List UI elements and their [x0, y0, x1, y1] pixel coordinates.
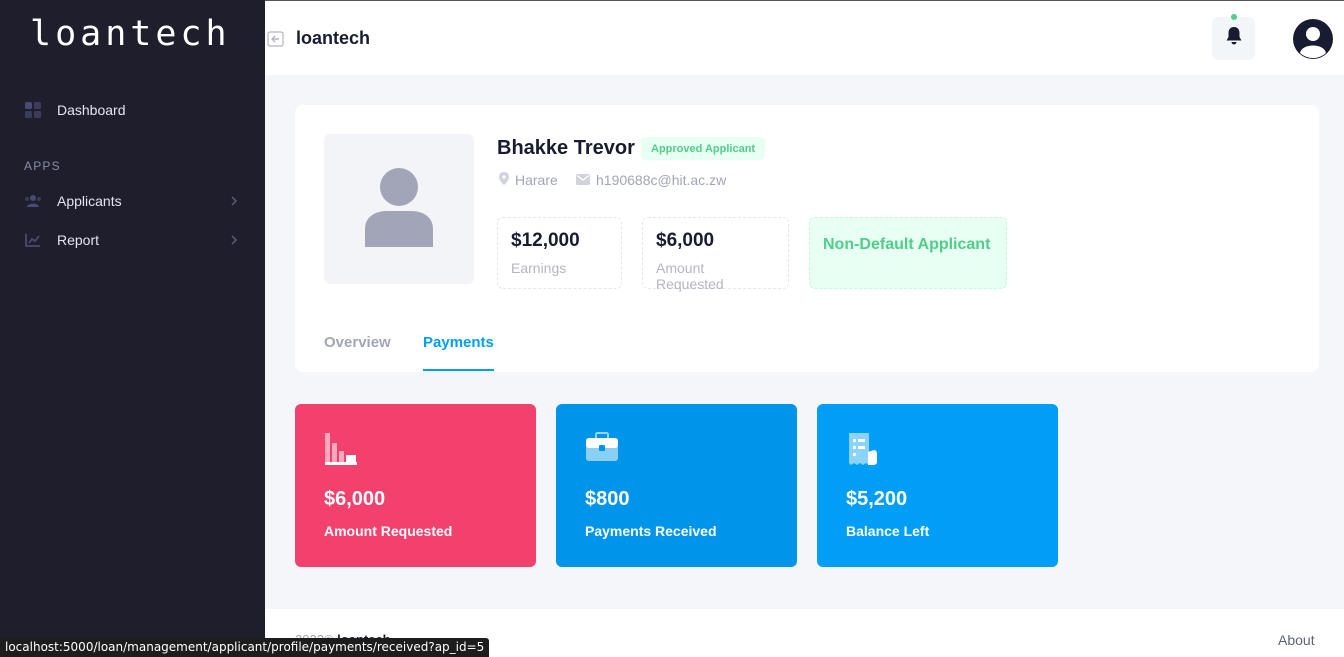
status-badge: Approved Applicant	[641, 137, 766, 160]
notifications-button[interactable]	[1212, 14, 1255, 60]
sidebar-item-label: Dashboard	[57, 102, 126, 118]
tab-overview[interactable]: Overview	[324, 334, 391, 351]
stat-label: Earnings	[511, 260, 567, 276]
bell-icon	[1225, 26, 1243, 51]
tile-value: $800	[585, 488, 630, 510]
bar-chart-icon	[324, 432, 358, 471]
applicant-name: Bhakke Trevor	[497, 137, 635, 159]
location-text: Harare	[515, 172, 558, 188]
sidebar-item-label: Report	[57, 232, 100, 248]
stat-label: Amount Requested	[656, 260, 724, 292]
user-avatar[interactable]	[1292, 18, 1334, 60]
tile-label: Balance Left	[846, 523, 930, 539]
tile-payments-received: $800 Payments Received	[556, 404, 797, 567]
chevron-right-icon	[230, 193, 238, 209]
active-tab-indicator	[423, 369, 494, 371]
tile-label: Amount Requested	[324, 523, 453, 539]
dashboard-icon	[24, 101, 42, 119]
briefcase-icon	[585, 432, 619, 467]
email-text: h190688c@hit.ac.zw	[596, 172, 727, 188]
tile-balance-left: $5,200 Balance Left	[817, 404, 1058, 567]
chart-icon	[24, 231, 42, 249]
sidebar-item-applicants[interactable]: Applicants	[24, 189, 244, 213]
amount-requested-stat: $6,000 Amount Requested	[642, 217, 789, 292]
collapse-sidebar-icon[interactable]	[267, 30, 285, 53]
profile-card: Bhakke Trevor Approved Applicant Harare …	[295, 105, 1319, 372]
earnings-stat: $12,000 Earnings	[497, 217, 622, 289]
top-header: loantech	[265, 0, 1344, 75]
location: Harare	[499, 172, 558, 188]
user-placeholder-icon	[363, 167, 435, 252]
tile-value: $5,200	[846, 488, 908, 510]
sidebar-section-apps: APPS	[24, 159, 61, 173]
browser-status-url: localhost:5000/loan/management/applicant…	[0, 638, 490, 657]
notification-dot	[1231, 14, 1237, 20]
footer-about-link[interactable]: About	[1278, 632, 1315, 648]
stat-value: $6,000	[656, 230, 715, 251]
stat-value: $12,000	[511, 230, 580, 251]
profile-photo-placeholder	[324, 134, 474, 284]
tile-value: $6,000	[324, 488, 386, 510]
users-icon	[24, 192, 42, 210]
sidebar: loantech Dashboard APPS Applicants Repor…	[0, 0, 265, 657]
location-pin-icon	[499, 172, 515, 188]
sidebar-item-report[interactable]: Report	[24, 228, 244, 252]
applicant-status-box: Non-Default Applicant	[809, 217, 1007, 289]
tab-payments[interactable]: Payments	[423, 334, 494, 351]
sidebar-item-dashboard[interactable]: Dashboard	[24, 98, 244, 122]
chevron-right-icon	[230, 232, 238, 248]
brand-logo[interactable]: loantech	[30, 14, 231, 54]
mail-icon	[576, 172, 596, 188]
tile-label: Payments Received	[585, 523, 717, 539]
tile-amount-requested: $6,000 Amount Requested	[295, 404, 536, 567]
page-title: loantech	[296, 28, 371, 48]
email[interactable]: h190688c@hit.ac.zw	[576, 172, 726, 188]
receipt-icon	[846, 432, 880, 471]
sidebar-item-label: Applicants	[57, 193, 122, 209]
